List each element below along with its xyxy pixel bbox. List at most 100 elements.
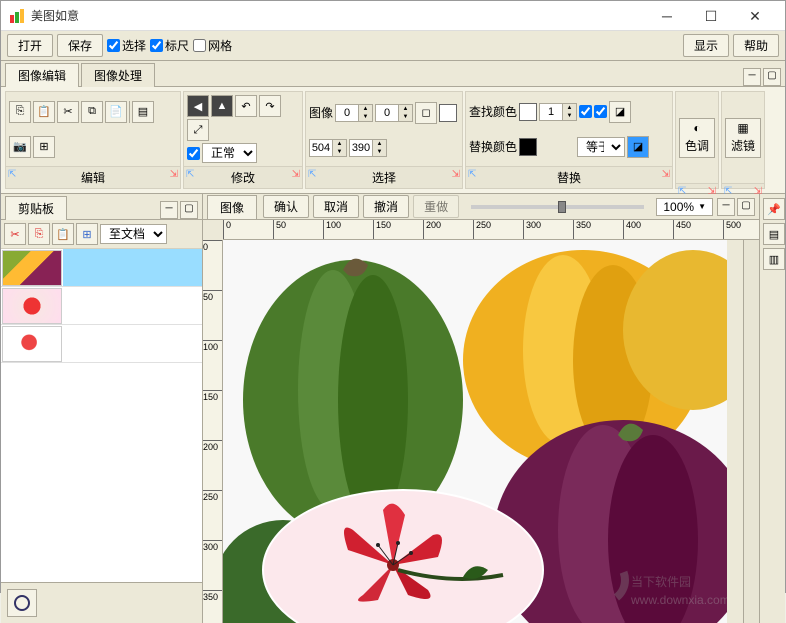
cut-clip-icon[interactable]: ✂ <box>4 223 26 245</box>
copy-icon[interactable]: ⎘ <box>9 101 31 123</box>
expand-tl-icon[interactable]: ⇱ <box>308 169 316 180</box>
cancel-button[interactable]: 取消 <box>313 195 359 218</box>
canvas-toolbar: 图像 确认 取消 撤消 重做 100%▼ ─▢ <box>203 194 759 220</box>
panel2-icon[interactable]: ▥ <box>763 248 785 270</box>
paste-special-icon[interactable]: 📄 <box>105 101 127 123</box>
blend-mode-select[interactable]: 正常 <box>202 143 257 163</box>
expand-br-icon[interactable]: ⇲ <box>662 169 670 180</box>
panel-close-button[interactable]: ▢ <box>763 68 781 86</box>
copy-clip-icon[interactable]: ⎘ <box>28 223 50 245</box>
y-input[interactable]: ▲▼ <box>375 104 413 122</box>
shape-circle-button[interactable] <box>7 589 37 617</box>
paste-icon[interactable]: 📋 <box>33 101 55 123</box>
main-toolbar: 打开 保存 选择 标尺 网格 显示 帮助 <box>1 31 785 61</box>
clipboard-tab[interactable]: 剪贴板 <box>5 196 67 220</box>
expand-br-icon[interactable]: ⇲ <box>452 169 460 180</box>
expand-tl-icon[interactable]: ⇱ <box>186 169 194 180</box>
window-close-button[interactable]: ✕ <box>733 2 777 30</box>
ruler-checkbox[interactable]: 标尺 <box>150 37 189 54</box>
expand-tl-icon[interactable]: ⇱ <box>468 169 476 180</box>
confirm-button[interactable]: 确认 <box>263 195 309 218</box>
clipboard-item[interactable] <box>1 325 202 363</box>
layers-icon[interactable]: ▤ <box>132 101 154 123</box>
thumb-flower2-icon <box>2 326 62 362</box>
clipboard-item[interactable] <box>1 249 202 287</box>
canvas-min-button[interactable]: ─ <box>717 198 735 216</box>
expand-tl-icon[interactable]: ⇱ <box>8 169 16 180</box>
canvas-image-tab[interactable]: 图像 <box>207 195 257 219</box>
ribbon-select-label: 选择 <box>372 171 396 185</box>
open-button[interactable]: 打开 <box>7 34 53 57</box>
replace-color-swatch[interactable] <box>519 138 537 156</box>
thumb-flower-icon <box>2 288 62 324</box>
rotate-ccw-icon[interactable]: ↶ <box>235 95 257 117</box>
right-toolbar: 📌 ▤ ▥ <box>759 194 785 623</box>
h-input[interactable]: ▲▼ <box>349 139 387 157</box>
expand-br-icon[interactable]: ⇲ <box>170 169 178 180</box>
grid-clip-icon[interactable]: ⊞ <box>76 223 98 245</box>
undo-button[interactable]: 撤消 <box>363 195 409 218</box>
redo-button[interactable]: 重做 <box>413 195 459 218</box>
bg-color-swatch[interactable] <box>439 104 457 122</box>
paste-clip-icon[interactable]: 📋 <box>52 223 74 245</box>
image-stage[interactable]: 当下软件园 www.downxia.com <box>223 240 727 623</box>
modify-check[interactable] <box>187 147 200 160</box>
ribbon-section-edit: ⎘ 📋 ✂ ⧉ 📄 ▤ 📷 ⊞ ⇱ 编辑 ⇲ <box>5 91 181 189</box>
tab-image-edit[interactable]: 图像编辑 <box>5 63 79 87</box>
filter-button[interactable]: ▦滤镜 <box>725 118 761 158</box>
rotate-cw-icon[interactable]: ↷ <box>259 95 281 117</box>
clipboard-item[interactable] <box>1 287 202 325</box>
expand-br-icon[interactable]: ⇲ <box>754 186 762 197</box>
select-checkbox[interactable]: 选择 <box>107 37 146 54</box>
zoom-display[interactable]: 100%▼ <box>656 198 713 216</box>
expand-tl-icon[interactable]: ⇱ <box>724 186 732 197</box>
crop-icon[interactable]: ◻ <box>415 102 437 124</box>
scrollbar-vertical[interactable] <box>743 240 759 623</box>
apply-replace-icon[interactable]: ◪ <box>627 136 649 158</box>
expand-tl-icon[interactable]: ⇱ <box>678 186 686 197</box>
ruler-vertical: 050100150200250300350400 <box>203 240 223 623</box>
camera-icon[interactable]: 📷 <box>9 136 31 158</box>
ribbon-modify-label: 修改 <box>231 171 255 185</box>
window-minimize-button[interactable]: ─ <box>645 2 689 30</box>
canvas-viewport[interactable]: 当下软件园 www.downxia.com <box>223 240 743 623</box>
tolerance-input[interactable]: ▲▼ <box>539 103 577 121</box>
resize-icon[interactable]: ⤢ <box>187 119 209 141</box>
compare-select[interactable]: 等于 <box>577 137 625 157</box>
ribbon-section-tone: ◐色调 ⇱⇲ <box>675 91 719 189</box>
help-button[interactable]: 帮助 <box>733 34 779 57</box>
pin-icon[interactable]: 📌 <box>763 198 785 220</box>
expand-br-icon[interactable]: ⇲ <box>292 169 300 180</box>
ribbon: ⎘ 📋 ✂ ⧉ 📄 ▤ 📷 ⊞ ⇱ 编辑 ⇲ ◀ ▲ ↶ ↷ ⤢ 正常 ⇱ 修改 ⇲ <box>1 87 785 194</box>
props-icon[interactable]: ⊞ <box>33 136 55 158</box>
clipboard-sidebar: 剪贴板 ─▢ ✂ ⎘ 📋 ⊞ 至文档 <box>1 194 203 623</box>
flip-v-icon[interactable]: ▲ <box>211 95 233 117</box>
x-input[interactable]: ▲▼ <box>335 104 373 122</box>
panel1-icon[interactable]: ▤ <box>763 223 785 245</box>
tab-image-process[interactable]: 图像处理 <box>81 63 155 87</box>
replace-check-2[interactable] <box>594 105 607 118</box>
panel-minimize-button[interactable]: ─ <box>743 68 761 86</box>
zoom-slider[interactable] <box>471 205 644 209</box>
w-input[interactable]: ▲▼ <box>309 139 347 157</box>
window-maximize-button[interactable]: ☐ <box>689 2 733 30</box>
duplicate-icon[interactable]: ⧉ <box>81 101 103 123</box>
replace-check-1[interactable] <box>579 105 592 118</box>
cut-icon[interactable]: ✂ <box>57 101 79 123</box>
ribbon-edit-label: 编辑 <box>81 171 105 185</box>
sidebar-min-button[interactable]: ─ <box>160 201 178 219</box>
grid-checkbox[interactable]: 网格 <box>193 37 232 54</box>
eyedropper-icon[interactable]: ◪ <box>609 101 631 123</box>
display-button[interactable]: 显示 <box>683 34 729 57</box>
canvas-max-button[interactable]: ▢ <box>737 198 755 216</box>
ribbon-section-modify: ◀ ▲ ↶ ↷ ⤢ 正常 ⇱ 修改 ⇲ <box>183 91 303 189</box>
expand-br-icon[interactable]: ⇲ <box>708 186 716 197</box>
main-tabs: 图像编辑 图像处理 ─ ▢ <box>1 61 785 87</box>
flip-h-icon[interactable]: ◀ <box>187 95 209 117</box>
svg-text:www.downxia.com: www.downxia.com <box>630 593 727 607</box>
find-color-swatch[interactable] <box>519 103 537 121</box>
tone-button[interactable]: ◐色调 <box>679 118 715 158</box>
sidebar-close-button[interactable]: ▢ <box>180 201 198 219</box>
paste-target-select[interactable]: 至文档 <box>100 224 167 244</box>
save-button[interactable]: 保存 <box>57 34 103 57</box>
